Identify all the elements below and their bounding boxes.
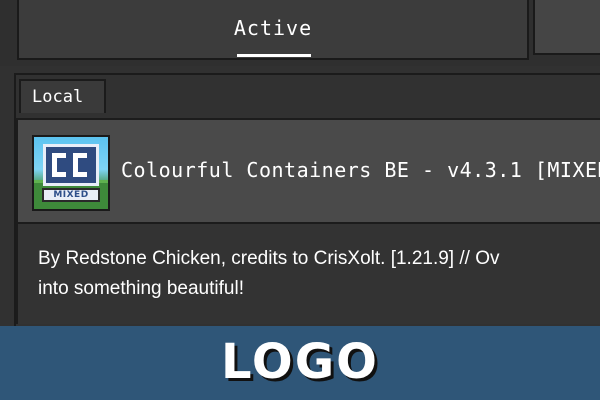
active-tab-indicator — [237, 54, 311, 57]
local-section-label: Local — [32, 87, 84, 107]
cc-logo-icon — [43, 144, 99, 186]
local-section-tab[interactable]: Local — [19, 79, 106, 113]
tab-available[interactable] — [533, 0, 600, 55]
pack-description: By Redstone Chicken, credits to CrisXolt… — [16, 224, 600, 324]
logo-text: LOGO — [221, 334, 379, 390]
pack-description-line: into something beautiful! — [38, 278, 244, 299]
pack-description-text: By Redstone Chicken, credits to CrisXolt… — [38, 244, 600, 304]
pack-icon: MIXED — [32, 135, 110, 211]
pack-description-line: By Redstone Chicken, credits to CrisXolt… — [38, 248, 500, 269]
logo-banner: LOGO — [0, 326, 600, 400]
tab-active[interactable]: Active — [17, 0, 529, 60]
pack-title: Colourful Containers BE - v4.3.1 [MIXED — [121, 158, 600, 182]
pack-icon-badge: MIXED — [42, 188, 100, 202]
pack-list-item[interactable]: MIXED Colourful Containers BE - v4.3.1 [… — [16, 118, 600, 224]
top-tab-bar: Active — [0, 0, 600, 66]
tab-active-label: Active — [233, 16, 313, 40]
